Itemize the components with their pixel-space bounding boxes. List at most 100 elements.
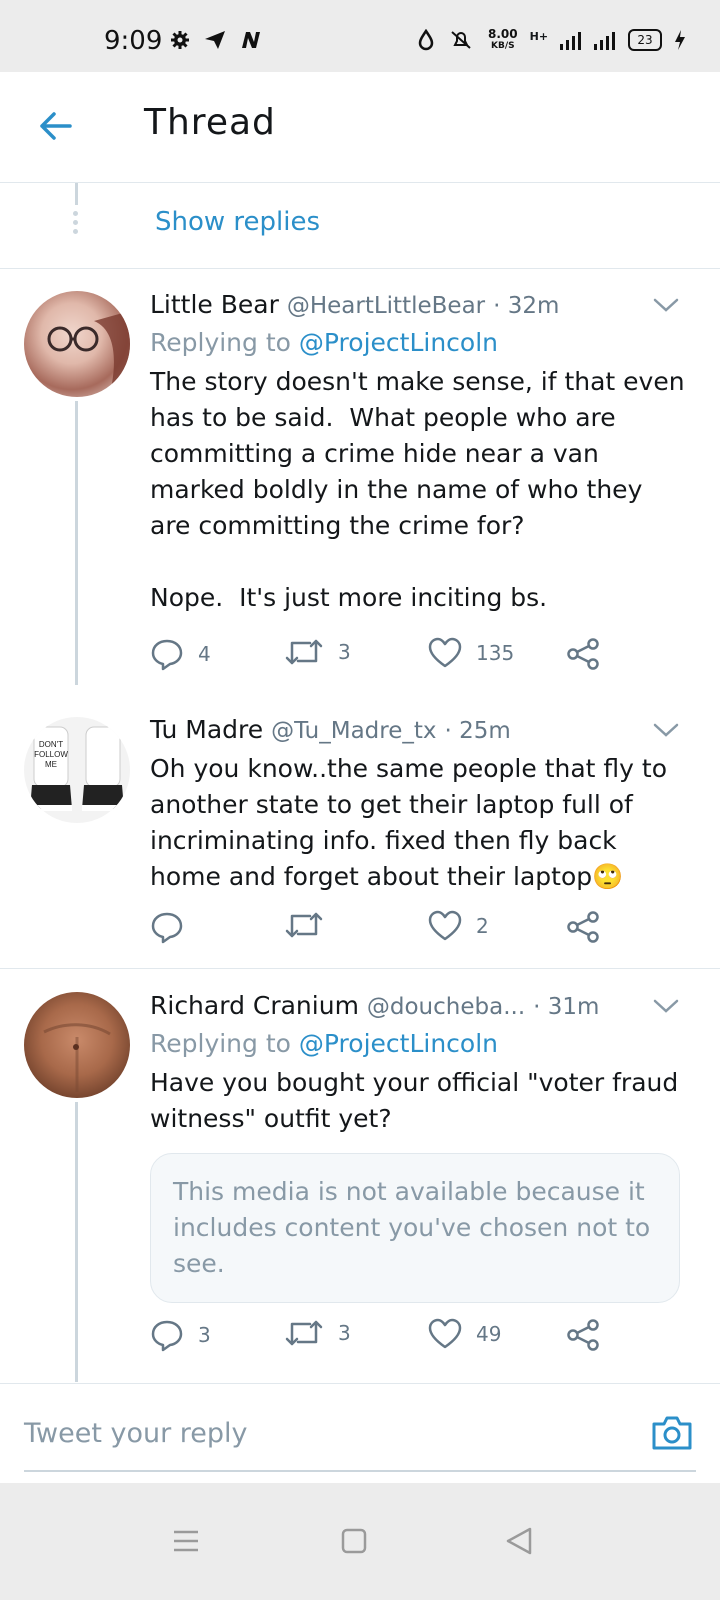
like-button[interactable]: 2 [428, 910, 489, 942]
tweet-header: Richard Cranium @doucheba... · 31m [150, 988, 690, 1025]
battery-indicator: 23 [628, 29, 663, 51]
network-speed: 8.00 KB/S [488, 27, 518, 51]
reply-count: 4 [198, 642, 211, 666]
like-count: 49 [476, 1322, 502, 1346]
n-icon [242, 32, 260, 48]
water-drop-icon [418, 29, 434, 51]
tweet-actions: 3 3 49 [150, 1318, 610, 1358]
tweet-header: Tu Madre @Tu_Madre_tx · 25m [150, 712, 690, 749]
user-name[interactable]: Richard Cranium [150, 991, 359, 1020]
avatar-image: DON'T FOLLOW ME [30, 726, 124, 811]
reply-input[interactable]: Tweet your reply [24, 1418, 248, 1449]
chevron-down-icon[interactable] [652, 295, 680, 315]
share-icon [567, 1319, 599, 1351]
tweet-text: Have you bought your official "voter fra… [150, 1068, 687, 1133]
status-bar: 9:09 8.00 KB/S H+ 23 [0, 0, 720, 72]
svg-text:FOLLOW: FOLLOW [34, 750, 68, 759]
reply-button[interactable]: 3 [150, 1318, 211, 1352]
thread-line [75, 1102, 78, 1382]
svg-text:ME: ME [45, 760, 57, 769]
tweet-header: Little Bear @HeartLittleBear · 32m [150, 287, 690, 324]
share-icon [567, 638, 599, 670]
mute-icon [451, 31, 471, 49]
user-name[interactable]: Tu Madre [150, 715, 263, 744]
divider [0, 968, 720, 969]
tweet-text: Oh you know..the same people that fly to… [150, 754, 675, 891]
charging-icon [675, 30, 686, 50]
chevron-down-icon[interactable] [652, 996, 680, 1016]
reply-icon [151, 1320, 183, 1352]
gear-icon [171, 31, 189, 49]
status-time: 9:09 [104, 26, 163, 56]
like-button[interactable]: 135 [428, 637, 514, 669]
home-square-icon[interactable] [334, 1521, 374, 1561]
camera-icon[interactable] [650, 1412, 694, 1452]
like-count: 135 [476, 641, 515, 665]
reply-button[interactable]: 4 [150, 637, 211, 671]
retweet-icon [285, 912, 323, 938]
user-name[interactable]: Little Bear [150, 290, 279, 319]
retweet-count: 3 [338, 640, 351, 664]
thread-line [75, 183, 78, 205]
heart-icon [428, 910, 462, 941]
tweet[interactable]: Little Bear @HeartLittleBear · 32m Reply… [0, 269, 720, 699]
retweet-button[interactable]: 3 [284, 637, 351, 667]
retweet-button[interactable] [284, 910, 338, 940]
system-nav-bar [0, 1483, 720, 1600]
replying-handle[interactable]: @ProjectLincoln [299, 1029, 498, 1058]
share-icon [567, 911, 599, 943]
reply-button[interactable] [150, 910, 198, 944]
tweet-actions: 2 [150, 910, 610, 950]
share-button[interactable] [566, 637, 600, 671]
reply-underline [24, 1470, 696, 1472]
avatar-image [43, 1023, 111, 1092]
reply-icon [151, 639, 183, 671]
heart-icon [428, 1318, 462, 1349]
show-replies-row[interactable]: Show replies [0, 183, 720, 269]
network-type: H+ [529, 29, 549, 43]
back-triangle-icon[interactable] [500, 1521, 540, 1561]
avatar[interactable] [24, 291, 130, 397]
reply-composer[interactable]: Tweet your reply [0, 1383, 720, 1484]
retweet-count: 3 [338, 1321, 351, 1345]
thread-line [75, 401, 78, 685]
ellipsis-dots-icon [73, 211, 78, 238]
show-replies-link[interactable]: Show replies [155, 207, 320, 237]
user-handle[interactable]: @HeartLittleBear [287, 293, 485, 319]
tweet-time: · 25m [444, 718, 511, 744]
tweet-time: · 32m [493, 293, 560, 319]
signal-icon [594, 32, 616, 50]
reply-icon [151, 912, 183, 944]
page-title: Thread [144, 102, 276, 143]
signal-icon [560, 32, 582, 50]
menu-icon[interactable] [166, 1521, 206, 1561]
retweet-icon [285, 639, 323, 665]
heart-icon [428, 637, 462, 668]
svg-text:DON'T: DON'T [39, 740, 63, 749]
media-unavailable-notice[interactable]: This media is not available because it i… [150, 1153, 680, 1303]
user-handle[interactable]: @doucheba... [367, 994, 525, 1020]
tweet[interactable]: Richard Cranium @doucheba... · 31m Reply… [0, 970, 720, 1382]
reply-count: 3 [198, 1323, 211, 1347]
tweet-time: · 31m [533, 994, 600, 1020]
like-button[interactable]: 49 [428, 1318, 501, 1350]
chevron-down-icon[interactable] [652, 720, 680, 740]
share-button[interactable] [566, 910, 600, 944]
avatar[interactable] [24, 992, 130, 1098]
replying-handle[interactable]: @ProjectLincoln [299, 328, 498, 357]
avatar-image [47, 311, 130, 397]
tweet-actions: 4 3 135 [150, 637, 610, 677]
app-header: Thread [0, 72, 720, 183]
replying-to: Replying to @ProjectLincoln [150, 1029, 498, 1058]
tweet[interactable]: DON'T FOLLOW ME Tu Madre @Tu_Madre_tx · … [0, 700, 720, 968]
tweet-text: The story doesn't make sense, if that ev… [150, 367, 685, 612]
like-count: 2 [476, 914, 489, 938]
send-icon [205, 31, 225, 49]
retweet-button[interactable]: 3 [284, 1318, 351, 1348]
avatar[interactable]: DON'T FOLLOW ME [24, 717, 130, 823]
replying-to: Replying to @ProjectLincoln [150, 328, 498, 357]
share-button[interactable] [566, 1318, 600, 1352]
back-arrow-icon[interactable] [36, 106, 76, 146]
retweet-icon [285, 1320, 323, 1346]
user-handle[interactable]: @Tu_Madre_tx [271, 718, 436, 744]
